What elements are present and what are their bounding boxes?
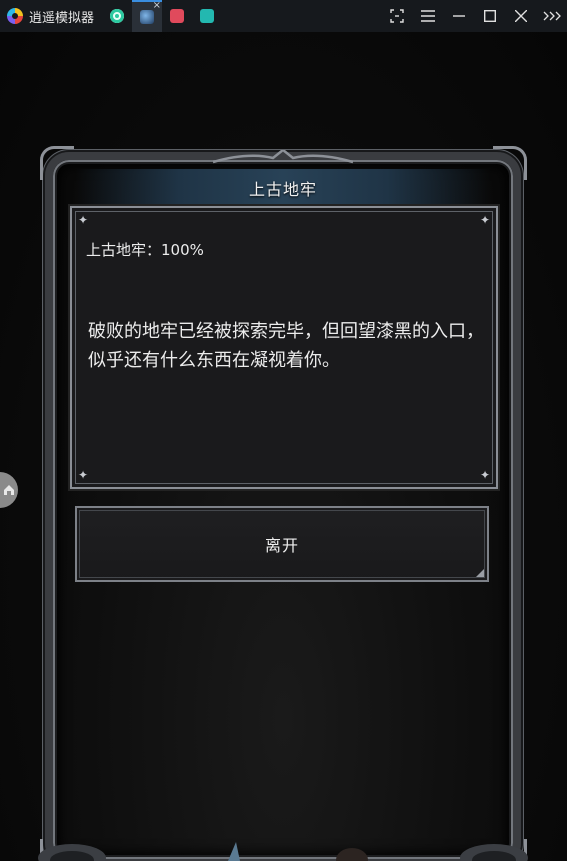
close-icon [514, 10, 527, 22]
emulator-title: 逍遥模拟器 [29, 10, 95, 26]
close-button[interactable] [505, 0, 536, 32]
text-panel: ✦ ✦ ✦ ✦ 上古地牢：100% 破败的地牢已经被探索完毕，但回望漆黑的入口，… [70, 206, 498, 489]
maximize-button[interactable] [474, 0, 505, 32]
minimize-button[interactable] [443, 0, 474, 32]
minimize-icon [452, 15, 465, 17]
tab-close-icon[interactable]: × [153, 1, 161, 11]
green-app-icon [110, 9, 125, 23]
leave-button-label: 离开 [264, 536, 299, 555]
menu-icon [420, 10, 435, 22]
sidebar-toggle-button[interactable] [536, 0, 567, 32]
sparkle-icon: ✦ [78, 213, 89, 227]
window-controls [381, 0, 567, 32]
button-corner-ornament [476, 569, 484, 577]
game-scene: 上古地牢 ✦ ✦ ✦ ✦ 上古地牢：100% 破败的地牢已经被探索完毕，但回望漆… [0, 32, 567, 861]
emulator-title-bar: 逍遥模拟器 × [0, 0, 567, 32]
emulator-window: 逍遥模拟器 × 上古地牢 ✦ ✦ ✦ ✦ 上古地牢：100% 破败的地牢已经被探… [0, 0, 567, 861]
frame-ornament-top-left [40, 146, 74, 180]
dialog-message: 破败的地牢已经被探索完毕，但回望漆黑的入口，似乎还有什么东西在凝视着你。 [88, 321, 484, 371]
sparkle-icon: ✦ [479, 468, 490, 482]
tab-game-app[interactable]: × [132, 0, 163, 32]
bottom-ornaments [38, 842, 528, 861]
tab-teal-app[interactable] [192, 0, 222, 32]
menu-button[interactable] [412, 0, 443, 32]
screenshot-button[interactable] [381, 0, 412, 32]
home-icon [4, 485, 14, 495]
red-app-icon [170, 9, 185, 23]
dialog-title: 上古地牢 [248, 180, 317, 199]
dialog-header: 上古地牢 [75, 169, 491, 207]
maximize-icon [483, 10, 496, 22]
chevrons-right-icon [543, 11, 561, 21]
frame-ornament-top-right [493, 146, 527, 180]
emulator-logo-icon [7, 8, 23, 24]
tab-green-app[interactable] [102, 0, 132, 32]
leave-button[interactable]: 离开 [75, 506, 489, 582]
sparkle-icon: ✦ [479, 213, 490, 227]
tab-red-app[interactable] [162, 0, 192, 32]
screenshot-icon [389, 9, 404, 23]
game-app-icon [140, 10, 155, 24]
teal-home-icon [200, 9, 215, 23]
frame-crest-ornament [213, 150, 353, 164]
dungeon-progress: 上古地牢：100% [86, 241, 204, 259]
sparkle-icon: ✦ [78, 468, 89, 482]
